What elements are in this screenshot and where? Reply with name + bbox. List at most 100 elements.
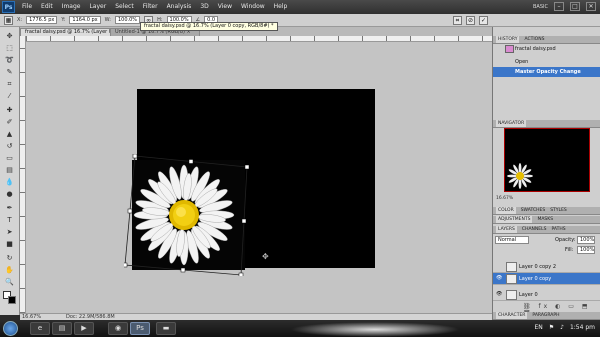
width-field[interactable]: 100.0% xyxy=(114,16,141,24)
tab-paths[interactable]: PATHS xyxy=(551,226,565,233)
pen-tool-icon[interactable]: ✒ xyxy=(3,203,16,213)
menu-layer[interactable]: Layer xyxy=(89,3,106,10)
options-bar: ▦ X: 1776.5 px Y: 1164.0 px W: 100.0% ∞ … xyxy=(0,14,600,27)
clone-stamp-tool-icon[interactable]: ▲ xyxy=(3,129,16,139)
shape-tool-icon[interactable]: ■ xyxy=(3,239,16,249)
application-bar: Ps File Edit Image Layer Select Filter A… xyxy=(0,0,600,14)
fill-label: Fill: xyxy=(565,247,574,253)
w-label: W: xyxy=(104,17,111,23)
volume-icon[interactable]: ♪ xyxy=(560,324,564,331)
workspace-switcher[interactable]: BASIC xyxy=(533,4,548,10)
document-tooltip: fractal daisy.psd @ 16.7% (Layer 0 copy,… xyxy=(140,22,278,31)
visibility-eye-icon[interactable]: 👁 xyxy=(496,292,502,297)
menu-select[interactable]: Select xyxy=(115,3,134,10)
history-item-master-opacity[interactable]: Master Opacity Change xyxy=(493,67,600,77)
history-panel-tabs: HISTORY ACTIONS xyxy=(493,36,600,44)
close-button[interactable]: ✕ xyxy=(586,2,596,11)
warp-icon[interactable]: ⌗ xyxy=(453,15,462,25)
opacity-label: Opacity: xyxy=(555,237,576,243)
tab-masks[interactable]: MASKS xyxy=(537,216,553,223)
fill-field[interactable]: 100% xyxy=(577,246,595,254)
marquee-tool-icon[interactable]: ⬚ xyxy=(3,43,16,53)
layer-row-0[interactable]: 👁 Layer 0 xyxy=(493,289,600,301)
tray-flag-icon[interactable]: ⚑ xyxy=(549,324,554,331)
tab-swatches[interactable]: SWATCHES xyxy=(521,207,546,214)
system-tray: EN ⚑ ♪ 1:54 pm xyxy=(534,324,595,331)
eyedropper-tool-icon[interactable]: ⁄ xyxy=(3,91,16,101)
tab-layers[interactable]: LAYERS xyxy=(496,226,517,233)
type-tool-icon[interactable]: T xyxy=(3,215,16,225)
transform-bounding-box[interactable] xyxy=(124,154,249,276)
menu-help[interactable]: Help xyxy=(274,3,288,10)
eraser-tool-icon[interactable]: ▭ xyxy=(3,153,16,163)
minimize-button[interactable]: – xyxy=(554,2,564,11)
quick-select-tool-icon[interactable]: ✎ xyxy=(3,67,16,77)
menu-window[interactable]: Window xyxy=(241,3,265,10)
photoshop-logo: Ps xyxy=(2,1,15,13)
snapshot-thumbnail xyxy=(505,45,514,53)
3d-rotate-tool-icon[interactable]: ↻ xyxy=(3,253,16,263)
menu-bar: File Edit Image Layer Select Filter Anal… xyxy=(22,3,287,10)
tab-color[interactable]: COLOR xyxy=(496,207,516,214)
cancel-transform-button[interactable]: ⊘ xyxy=(466,15,475,25)
tab-channels[interactable]: CHANNELS xyxy=(522,226,547,233)
status-bar: 16.67% Doc: 22.9M/586.8M xyxy=(20,313,492,320)
opacity-field[interactable]: 100% xyxy=(577,236,595,244)
layer-name: Layer 0 copy xyxy=(519,276,552,282)
menu-analysis[interactable]: Analysis xyxy=(167,3,192,10)
background-color-swatch[interactable] xyxy=(8,296,16,304)
navigator-zoom-value[interactable]: 16.67% xyxy=(496,196,513,201)
clock[interactable]: 1:54 pm xyxy=(570,324,595,331)
tab-paragraph[interactable]: PARAGRAPH xyxy=(532,312,559,319)
folder-taskbar-icon[interactable]: ▬ xyxy=(156,322,176,335)
lasso-tool-icon[interactable]: ➰ xyxy=(3,55,16,65)
navigator-preview[interactable] xyxy=(504,128,590,192)
menu-file[interactable]: File xyxy=(22,3,32,10)
chrome-taskbar-icon[interactable]: ◉ xyxy=(108,322,128,335)
y-label: Y: xyxy=(61,17,66,23)
brush-tool-icon[interactable]: ✐ xyxy=(3,117,16,127)
ie-taskbar-icon[interactable]: e xyxy=(30,322,50,335)
character-panel-tabs: CHARACTER PARAGRAPH xyxy=(493,312,600,320)
history-brush-tool-icon[interactable]: ↺ xyxy=(3,141,16,151)
windows-taskbar: e ▤ ▶ ◉ Ps ▬ EN ⚑ ♪ 1:54 pm xyxy=(0,320,600,337)
photoshop-taskbar-icon[interactable]: Ps xyxy=(130,322,150,335)
navigator-daisy-thumbnail xyxy=(507,163,533,189)
gradient-tool-icon[interactable]: ▤ xyxy=(3,165,16,175)
dodge-tool-icon[interactable]: ● xyxy=(3,189,16,199)
x-position-field[interactable]: 1776.5 px xyxy=(26,16,58,24)
y-position-field[interactable]: 1164.0 px xyxy=(69,16,101,24)
tab-adjustments[interactable]: ADJUSTMENTS xyxy=(496,216,533,223)
move-tool-icon[interactable]: ✥ xyxy=(3,31,16,41)
tab-history[interactable]: HISTORY xyxy=(496,36,520,43)
path-selection-tool-icon[interactable]: ➤ xyxy=(3,227,16,237)
media-player-taskbar-icon[interactable]: ▶ xyxy=(74,322,94,335)
tab-styles[interactable]: STYLES xyxy=(550,207,567,214)
layers-panel-tabs: LAYERS CHANNELS PATHS xyxy=(493,226,600,234)
healing-brush-tool-icon[interactable]: ✚ xyxy=(3,105,16,115)
language-indicator[interactable]: EN xyxy=(534,324,542,331)
visibility-eye-icon[interactable]: 👁 xyxy=(496,276,502,281)
explorer-taskbar-icon[interactable]: ▤ xyxy=(52,322,72,335)
menu-3d[interactable]: 3D xyxy=(200,3,208,10)
tab-actions[interactable]: ACTIONS xyxy=(524,36,544,43)
tab-character[interactable]: CHARACTER xyxy=(496,312,528,319)
crop-tool-icon[interactable]: ⌗ xyxy=(3,79,16,89)
history-item-open[interactable]: Open xyxy=(493,57,600,67)
reference-point-icon[interactable]: ▦ xyxy=(4,15,13,25)
zoom-tool-icon[interactable]: 🔍 xyxy=(3,277,16,287)
tab-navigator[interactable]: NAVIGATOR xyxy=(496,120,527,127)
blend-mode-select[interactable]: Normal xyxy=(495,236,529,244)
menu-edit[interactable]: Edit xyxy=(41,3,53,10)
layer-row-copy[interactable]: 👁 Layer 0 copy xyxy=(493,273,600,285)
layer-row-copy-2[interactable]: Layer 0 copy 2 xyxy=(493,261,600,273)
layer-thumbnail xyxy=(506,290,517,300)
menu-image[interactable]: Image xyxy=(62,3,81,10)
menu-view[interactable]: View xyxy=(218,3,232,10)
start-button[interactable] xyxy=(3,321,18,336)
blur-tool-icon[interactable]: 💧 xyxy=(3,177,16,187)
hand-tool-icon[interactable]: ✋ xyxy=(3,265,16,275)
commit-transform-button[interactable]: ✓ xyxy=(479,15,488,25)
maximize-button[interactable]: □ xyxy=(570,2,580,11)
menu-filter[interactable]: Filter xyxy=(143,3,158,10)
